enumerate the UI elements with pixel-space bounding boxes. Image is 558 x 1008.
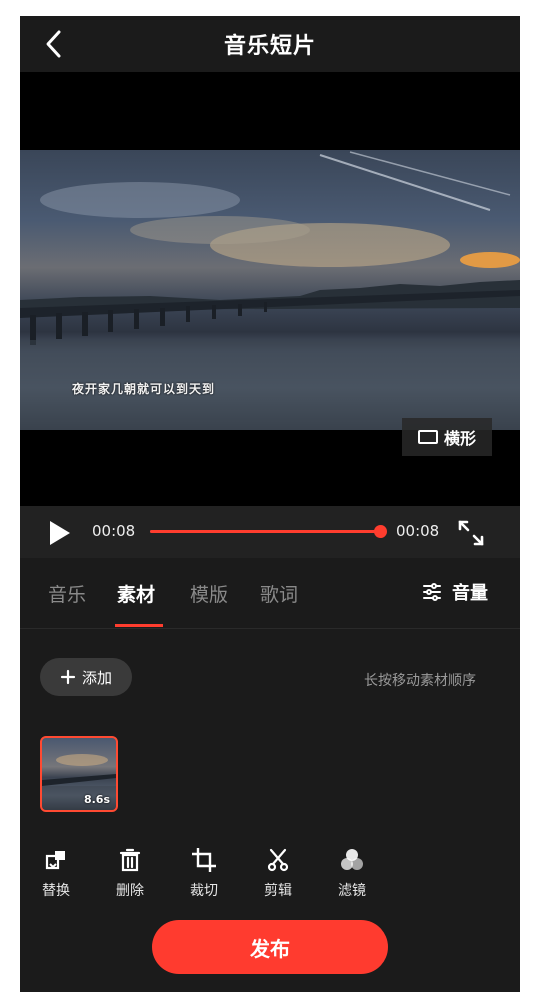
crop-icon — [192, 848, 216, 872]
play-button[interactable] — [44, 518, 74, 548]
playback-bar: 00:08 00:08 — [20, 506, 520, 558]
video-frame: 夜开家几朝就可以到天到 — [20, 150, 520, 430]
trash-icon — [119, 848, 141, 872]
reorder-hint: 长按移动素材顺序 — [364, 673, 476, 689]
progress-knob[interactable] — [374, 525, 387, 538]
plus-icon — [60, 669, 76, 685]
crop-label: 裁切 — [190, 883, 218, 899]
fullscreen-button[interactable] — [456, 518, 486, 548]
orientation-toggle-button[interactable]: 横形 — [402, 418, 492, 456]
volume-label: 音量 — [452, 583, 488, 604]
volume-button[interactable]: 音量 — [422, 578, 488, 606]
expand-icon — [458, 520, 484, 546]
cut-label: 剪辑 — [264, 883, 292, 899]
cut-button[interactable]: 剪辑 — [250, 848, 306, 900]
tab-materials[interactable]: 素材 — [117, 580, 155, 607]
edit-toolbar: 替换 删除 裁切 剪辑 滤镜 — [20, 848, 520, 908]
play-icon — [50, 521, 70, 545]
active-tab-indicator — [115, 624, 163, 627]
delete-label: 删除 — [116, 883, 144, 899]
video-preview[interactable]: 夜开家几朝就可以到天到 横形 — [20, 72, 520, 506]
replace-button[interactable]: 替换 — [28, 848, 84, 900]
replace-icon — [45, 851, 65, 870]
filter-button[interactable]: 滤镜 — [324, 848, 380, 900]
total-time: 00:08 — [396, 522, 440, 540]
material-clip[interactable]: 8.6s — [40, 736, 118, 812]
app-screen: 音乐短片 夜开家几朝就可以到天到 横形 00:08 00:08 音乐 素材 模版… — [20, 16, 520, 992]
video-subtitle: 夜开家几朝就可以到天到 — [72, 382, 216, 396]
tab-templates[interactable]: 模版 — [190, 580, 228, 607]
add-label: 添加 — [81, 668, 112, 687]
progress-slider[interactable] — [150, 525, 387, 538]
progress-fill — [150, 530, 380, 533]
replace-label: 替换 — [42, 883, 70, 899]
delete-button[interactable]: 删除 — [102, 848, 158, 900]
publish-button[interactable]: 发布 — [152, 920, 388, 974]
page-title: 音乐短片 — [223, 34, 316, 59]
filter-icon — [341, 849, 363, 870]
landscape-icon — [417, 430, 438, 444]
crop-button[interactable]: 裁切 — [176, 848, 232, 900]
current-time: 00:08 — [92, 522, 136, 540]
orientation-label: 横形 — [443, 429, 476, 448]
add-material-button[interactable]: 添加 — [40, 658, 132, 696]
clip-duration: 8.6s — [83, 793, 110, 806]
tab-music[interactable]: 音乐 — [48, 580, 86, 607]
sliders-icon — [423, 583, 441, 601]
header: 音乐短片 — [20, 16, 520, 72]
scissors-icon — [267, 848, 289, 872]
tab-bar: 音乐 素材 模版 歌词 音量 — [20, 558, 520, 629]
tab-lyrics[interactable]: 歌词 — [260, 580, 298, 607]
filter-label: 滤镜 — [338, 883, 366, 899]
